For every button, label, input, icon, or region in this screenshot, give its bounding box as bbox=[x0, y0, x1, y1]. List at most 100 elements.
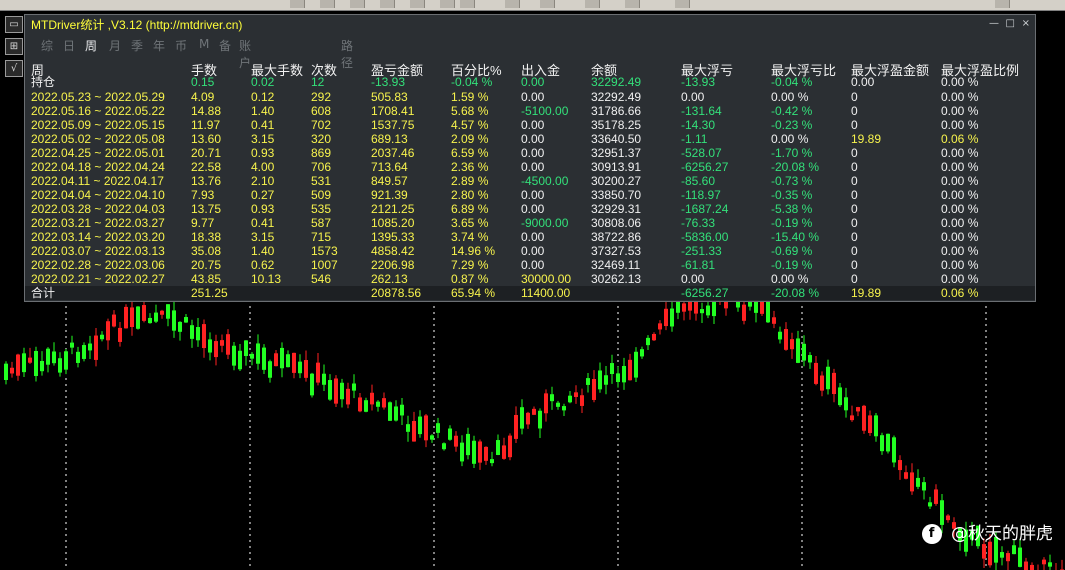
candle-body bbox=[586, 378, 590, 385]
tab-month[interactable]: 月 bbox=[109, 37, 121, 54]
cell-balance: 31786.66 bbox=[591, 104, 642, 118]
cell-lots: 13.76 bbox=[191, 174, 222, 188]
table-row[interactable]: 2022.02.28 ~ 2022.03.06 20.75 0.62 1007 2206… bbox=[25, 258, 1035, 272]
cell-maxlots: 0.41 bbox=[251, 216, 275, 230]
maximize-icon[interactable]: □ bbox=[1006, 18, 1015, 29]
candle-body bbox=[346, 388, 350, 405]
toolbar-button[interactable] bbox=[540, 0, 555, 8]
table-row[interactable]: 2022.03.21 ~ 2022.03.27 9.77 0.41 587 1085.2… bbox=[25, 216, 1035, 230]
toolbar-button[interactable] bbox=[320, 0, 335, 8]
cell-week: 2022.02.28 ~ 2022.03.06 bbox=[31, 258, 165, 272]
tab-path[interactable]: 路径 bbox=[341, 37, 353, 71]
cell-lots: 14.88 bbox=[191, 104, 222, 118]
cell-flow: 0.00 bbox=[521, 188, 545, 202]
close-icon[interactable]: × bbox=[1022, 18, 1030, 29]
tab-backup[interactable]: 备 bbox=[219, 37, 231, 54]
table-row[interactable]: 2022.05.09 ~ 2022.05.15 11.97 0.41 702 1537.… bbox=[25, 118, 1035, 132]
table-row[interactable]: 2022.04.04 ~ 2022.04.10 7.93 0.27 509 921.39… bbox=[25, 188, 1035, 202]
candle-body bbox=[124, 306, 128, 329]
table-row[interactable]: 2022.05.02 ~ 2022.05.08 13.60 3.15 320 689.1… bbox=[25, 132, 1035, 146]
table-row[interactable]: 2022.05.16 ~ 2022.05.22 14.88 1.40 608 1708.… bbox=[25, 104, 1035, 118]
cell-count: 869 bbox=[311, 146, 332, 160]
toolbar-button[interactable] bbox=[585, 0, 600, 8]
cell-count: 292 bbox=[311, 90, 332, 104]
candle-body bbox=[892, 437, 896, 463]
cell-maxfp: 0 bbox=[851, 230, 858, 244]
table-row[interactable]: 2022.04.25 ~ 2022.05.01 20.71 0.93 869 2037.… bbox=[25, 146, 1035, 160]
toolbar-button[interactable] bbox=[440, 0, 455, 8]
candle-body bbox=[304, 360, 308, 378]
candle-body bbox=[634, 351, 638, 378]
table-row[interactable]: 2022.04.11 ~ 2022.04.17 13.76 2.10 531 849.5… bbox=[25, 174, 1035, 188]
window-icon[interactable]: ▭ bbox=[5, 16, 23, 33]
candle-body bbox=[610, 363, 614, 375]
candle-body bbox=[298, 361, 302, 374]
cell-flow: 30000.00 bbox=[521, 272, 572, 286]
candle-body bbox=[784, 329, 788, 350]
cell-maxlots: 1.40 bbox=[251, 244, 275, 258]
tab-account[interactable]: 账户 bbox=[239, 37, 251, 71]
cell-flow: 0.00 bbox=[521, 244, 545, 258]
toolbar-button[interactable] bbox=[350, 0, 365, 8]
candle-body bbox=[694, 300, 698, 314]
cell-week: 2022.02.21 ~ 2022.02.27 bbox=[31, 272, 165, 286]
grid-icon[interactable]: ⊞ bbox=[5, 38, 23, 55]
candle-body bbox=[148, 317, 152, 324]
toolbar-button[interactable] bbox=[380, 0, 395, 8]
table-row[interactable]: 2022.03.07 ~ 2022.03.13 35.08 1.40 1573 4858… bbox=[25, 244, 1035, 258]
candle-body bbox=[466, 433, 470, 456]
candle-body bbox=[208, 339, 212, 353]
tab-magic[interactable]: M bbox=[199, 37, 209, 51]
toolbar-button[interactable] bbox=[625, 0, 640, 8]
cell-pct: 0.87 % bbox=[451, 272, 489, 286]
toolbar-button[interactable] bbox=[460, 0, 475, 8]
tab-year[interactable]: 年 bbox=[153, 37, 165, 54]
cell-maxfpp: 0.00 % bbox=[941, 160, 979, 174]
cell-pct: 7.29 % bbox=[451, 258, 489, 272]
minimize-icon[interactable]: — bbox=[989, 18, 999, 29]
candle-body bbox=[370, 392, 374, 405]
toolbar-button[interactable] bbox=[290, 0, 305, 8]
cell-maxflp: -0.19 % bbox=[771, 216, 813, 230]
tab-summary[interactable]: 综 bbox=[41, 37, 53, 54]
cell-count: 1007 bbox=[311, 258, 338, 272]
watermark: f @秋天的胖虎 bbox=[921, 519, 1053, 544]
cell-maxfpp: 0.00 % bbox=[941, 244, 979, 258]
cell-maxfp: 0.00 bbox=[851, 75, 875, 89]
check-icon[interactable]: √ bbox=[5, 60, 23, 77]
cell-maxflp: -5.38 % bbox=[771, 202, 813, 216]
table-row[interactable]: 2022.04.18 ~ 2022.04.24 22.58 4.00 706 713.6… bbox=[25, 160, 1035, 174]
cell-maxlots: 0.02 bbox=[251, 75, 275, 89]
candle-body bbox=[820, 375, 824, 391]
cell-pct: 2.89 % bbox=[451, 174, 489, 188]
cell-count: 715 bbox=[311, 230, 332, 244]
candle-body bbox=[1030, 564, 1034, 570]
toolbar-button[interactable] bbox=[675, 0, 690, 8]
tab-quarter[interactable]: 季 bbox=[131, 37, 143, 54]
tab-week[interactable]: 周 bbox=[85, 37, 97, 54]
candle-body bbox=[880, 435, 884, 452]
cell-balance: 30262.13 bbox=[591, 272, 642, 286]
table-row[interactable]: 2022.03.28 ~ 2022.04.03 13.75 0.93 535 2121.… bbox=[25, 202, 1035, 216]
tab-currency[interactable]: 币 bbox=[175, 37, 187, 54]
table-row[interactable]: 2022.05.23 ~ 2022.05.29 4.09 0.12 292 505.83… bbox=[25, 90, 1035, 104]
toolbar-button[interactable] bbox=[995, 0, 1010, 8]
total-max-float-loss: -6256.27 bbox=[681, 286, 729, 300]
table-row[interactable]: 2022.02.21 ~ 2022.02.27 43.85 10.13 546 262.… bbox=[25, 272, 1035, 286]
candle-body bbox=[526, 412, 530, 425]
cell-pnl: 921.39 bbox=[371, 188, 408, 202]
toolbar-button[interactable] bbox=[410, 0, 425, 8]
table-row[interactable]: 2022.03.14 ~ 2022.03.20 18.38 3.15 715 1395.… bbox=[25, 230, 1035, 244]
total-percent: 65.94 % bbox=[451, 286, 496, 300]
candle-body bbox=[562, 406, 566, 411]
cell-week: 2022.03.21 ~ 2022.03.27 bbox=[31, 216, 165, 230]
holding-row[interactable]: 持仓 0.15 0.02 12 -13.93 -0.04 % 0.00 32292.49 -13… bbox=[25, 75, 1035, 89]
cell-maxfpp: 0.00 % bbox=[941, 216, 979, 230]
cell-pnl: 2121.25 bbox=[371, 202, 415, 216]
tab-day[interactable]: 日 bbox=[63, 37, 75, 54]
candle-body bbox=[358, 397, 362, 412]
candle-body bbox=[886, 433, 890, 452]
candle-body bbox=[388, 402, 392, 421]
cell-lots: 22.58 bbox=[191, 160, 222, 174]
toolbar-button[interactable] bbox=[505, 0, 520, 8]
